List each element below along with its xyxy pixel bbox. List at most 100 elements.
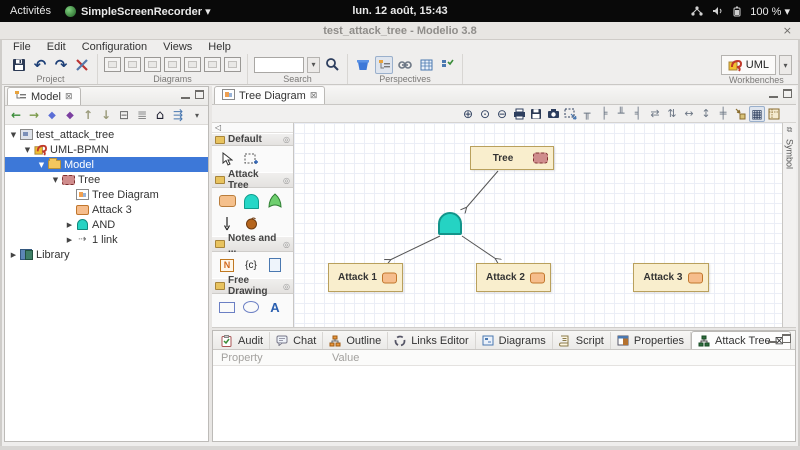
view-menu-icon[interactable]: ▾ [189,107,205,123]
tree-item-link[interactable]: ▶ ⇢ 1 link [5,232,208,247]
constraint-tool[interactable]: {c} [242,257,260,273]
expand-icon[interactable]: ▶ [65,236,74,244]
settings-tools-icon[interactable] [73,56,91,74]
package-diagram-icon[interactable] [124,57,141,72]
note-tool[interactable]: N [218,257,236,273]
grid-toggle-icon[interactable]: ▦ [749,106,765,122]
new-diagram-icon[interactable] [204,57,221,72]
clock[interactable]: lun. 12 août, 15:43 [352,5,447,17]
home-icon[interactable]: ⌂ [152,107,168,123]
attack-tool[interactable] [218,193,236,209]
menu-views[interactable]: Views [156,40,199,54]
pin-icon[interactable]: ◎ [283,176,290,185]
tree-item-attack3[interactable]: Attack 3 [5,202,208,217]
tab-close-icon[interactable]: ⊠ [310,91,318,101]
maximize-icon[interactable] [195,90,204,99]
maximize-icon[interactable] [783,89,792,98]
minimize-icon[interactable] [768,334,777,343]
align-left-icon[interactable]: ╞ [596,106,612,122]
app-indicator[interactable]: SimpleScreenRecorder ▾ [65,5,211,18]
tree-item-tree[interactable]: ▼ Tree [5,172,208,187]
workbench-selector[interactable]: UML [721,55,776,75]
ellipse-tool[interactable] [242,299,260,315]
move-up-icon[interactable]: ↑ [80,107,96,123]
search-input[interactable] [254,57,304,73]
tab-outline[interactable]: Outline [323,332,388,349]
palette-collapse-icon[interactable]: ◁ [215,123,221,132]
workbench-dropdown[interactable]: ▾ [779,55,792,75]
tree-item-module[interactable]: ▼ UML-BPMN [5,142,208,157]
move-down-icon[interactable]: ↓ [98,107,114,123]
same-size-icon[interactable]: ╪ [715,106,731,122]
distribute-vertical-icon[interactable]: ⇅ [664,106,680,122]
undo-icon[interactable]: ↶ [31,56,49,74]
node-attack-2[interactable]: Attack 2 [476,263,551,292]
tree-item-and[interactable]: ▶ AND [5,217,208,232]
deployment-diagram-icon[interactable] [164,57,181,72]
volume-icon[interactable] [712,6,724,16]
palette-section-notes[interactable]: Notes and ... ◎ [212,236,293,252]
page-setup-icon[interactable] [766,106,782,122]
tab-chat[interactable]: Chat [270,332,323,349]
activities-button[interactable]: Activités [10,5,51,17]
expand-icon[interactable]: ▶ [65,221,74,229]
object-diagram-icon[interactable] [144,57,161,72]
pin-icon[interactable]: ◎ [283,240,290,249]
collapse-all-icon[interactable]: ⊟ [116,107,132,123]
node-and-gate[interactable] [438,212,462,235]
expand-icon[interactable]: ▶ [9,251,18,259]
align-bottom-icon[interactable]: ╨ [613,106,629,122]
link-tool[interactable] [218,215,236,231]
or-gate-tool[interactable] [266,193,284,209]
zoom-reset-icon[interactable]: ⊙ [477,106,493,122]
tree-view-icon[interactable]: ≣ [134,107,150,123]
maximize-icon[interactable] [782,334,791,343]
window-close-button[interactable]: × [783,22,792,40]
pin-icon[interactable]: ◎ [283,282,290,291]
matrix-icon[interactable] [224,57,241,72]
tab-model[interactable]: Model ⊠ [7,87,81,105]
tab-properties[interactable]: Properties [611,332,691,349]
rectangle-tool[interactable] [218,299,236,315]
search-icon[interactable] [323,56,341,74]
zoom-in-icon[interactable]: ⊕ [460,106,476,122]
menu-file[interactable]: File [6,40,38,54]
auto-layout-icon[interactable] [732,106,748,122]
minimize-icon[interactable] [181,90,190,99]
battery-percent[interactable]: 100 % ▾ [750,5,790,18]
screenshot-icon[interactable] [545,106,561,122]
align-right-icon[interactable]: ╡ [630,106,646,122]
palette-section-free-drawing[interactable]: Free Drawing ◎ [212,278,293,294]
search-history-dropdown[interactable]: ▾ [307,57,320,73]
save-icon[interactable] [10,56,28,74]
tree-item-tree-diagram[interactable]: Tree Diagram [5,187,208,202]
redo-icon[interactable]: ↷ [52,56,70,74]
node-tree[interactable]: Tree [470,146,554,170]
node-attack-3[interactable]: Attack 3 [633,263,709,292]
expand-icon[interactable]: ▼ [9,131,18,139]
tab-audit[interactable]: Audit [215,332,270,349]
align-top-icon[interactable]: ╥ [579,106,595,122]
diagram-canvas[interactable]: Tree Attack 1 Attack 2 Attack 3 [294,123,782,327]
class-diagram-icon[interactable] [104,57,121,72]
column-property[interactable]: Property [213,352,328,364]
nav-forward-icon[interactable]: → [26,107,42,123]
palette-section-attack-tree[interactable]: Attack Tree ◎ [212,172,293,188]
distribute-horizontal-icon[interactable]: ⇄ [647,106,663,122]
window-title-bar[interactable]: test_attack_tree - Modelio 3.8 × [0,22,800,40]
text-tool[interactable]: A [266,299,284,315]
menu-configuration[interactable]: Configuration [75,40,154,54]
tree-item-model[interactable]: ▼ Model [5,157,208,172]
tab-close-icon[interactable]: ⊠ [65,92,73,102]
menu-help[interactable]: Help [201,40,238,54]
tree-item-library[interactable]: ▶ Library [5,247,208,262]
tree-item-project[interactable]: ▼ test_attack_tree [5,127,208,142]
column-value[interactable]: Value [328,352,359,364]
same-height-icon[interactable]: ↕ [698,106,714,122]
tab-script[interactable]: Script [553,332,611,349]
menu-edit[interactable]: Edit [40,40,73,54]
node-attack-1[interactable]: Attack 1 [328,263,403,292]
palette-section-default[interactable]: Default ◎ [212,133,293,146]
battery-icon[interactable] [733,6,741,17]
tab-diagrams[interactable]: Diagrams [476,332,553,349]
